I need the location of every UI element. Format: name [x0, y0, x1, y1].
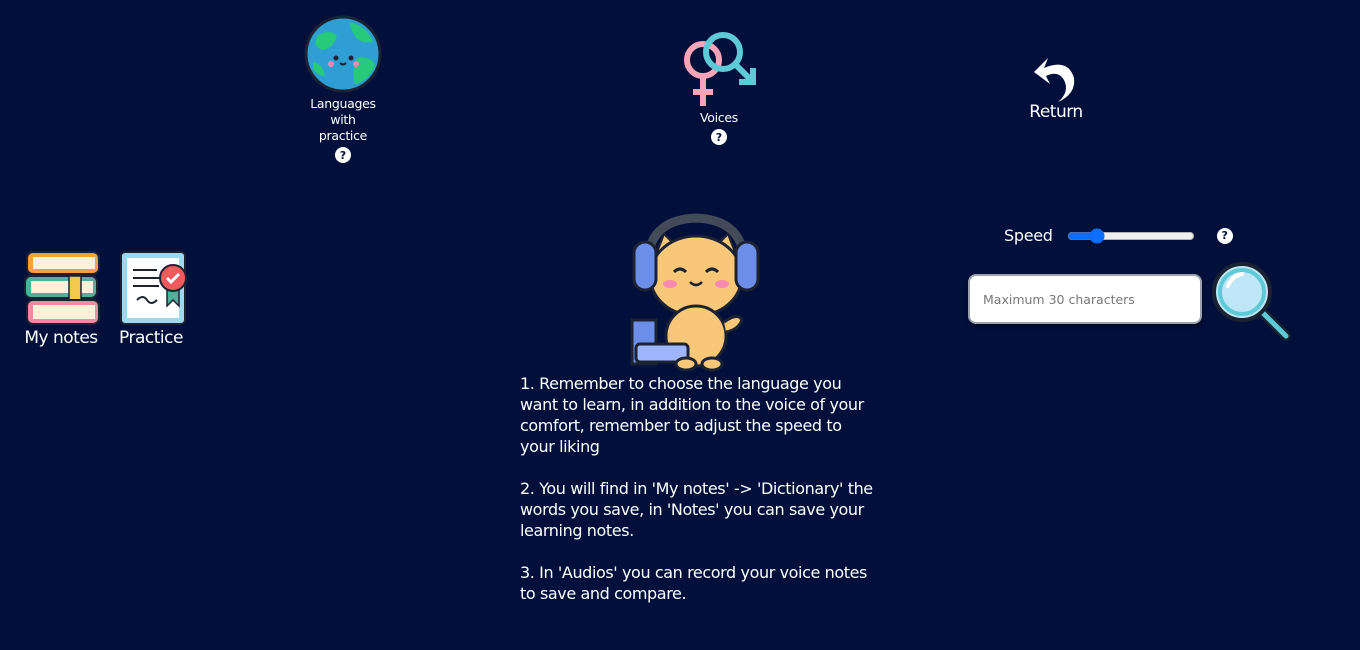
speed-slider[interactable]	[1066, 227, 1195, 244]
instructions-text: 1. Remember to choose the language you w…	[520, 373, 875, 625]
instruction-2: 2. You will find in 'My notes' -> 'Dicti…	[520, 479, 873, 540]
instruction-1: 1. Remember to choose the language you w…	[520, 374, 864, 456]
voices-button[interactable]: Voices ?	[676, 30, 762, 145]
certificate-icon	[120, 251, 187, 325]
instruction-3: 3. In 'Audios' you can record your voice…	[520, 563, 867, 603]
return-label: Return	[1029, 102, 1083, 122]
gender-symbols-icon	[684, 32, 756, 106]
return-button[interactable]: Return	[1018, 54, 1094, 122]
books-icon	[24, 251, 100, 325]
globe-icon	[304, 15, 382, 93]
return-arrow-icon	[1034, 58, 1075, 102]
my-notes-label: My notes	[24, 328, 98, 348]
languages-label: Languages with practice	[310, 96, 376, 143]
practice-label: Practice	[119, 328, 183, 348]
speed-label: Speed	[1004, 226, 1053, 245]
languages-help-icon[interactable]: ?	[335, 147, 351, 163]
speed-control: Speed ?	[1004, 226, 1233, 245]
voices-help-icon[interactable]: ?	[711, 129, 727, 145]
magnifier-search-button[interactable]	[1210, 260, 1294, 344]
cat-headphones-mascot-image	[630, 213, 760, 372]
my-notes-button[interactable]: My notes	[16, 248, 106, 348]
speed-help-icon[interactable]: ?	[1216, 227, 1233, 244]
voices-label: Voices	[700, 110, 738, 125]
languages-button[interactable]: Languages with practice ?	[300, 14, 386, 163]
practice-button[interactable]: Practice	[106, 248, 196, 348]
search-input[interactable]	[968, 274, 1202, 324]
